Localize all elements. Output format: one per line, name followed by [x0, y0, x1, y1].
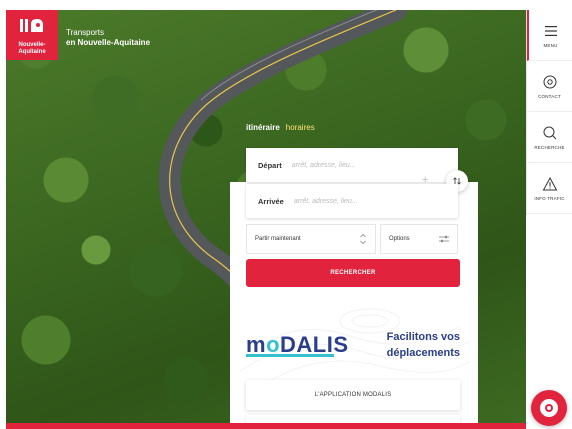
warning-icon [542, 176, 557, 190]
tab-schedules[interactable]: horaires [286, 123, 315, 132]
modalis-logo-underline [246, 354, 334, 357]
departure-time-value: Partir maintenant [255, 236, 301, 242]
traffic-info-button[interactable]: INFO TRAFIC [527, 163, 572, 214]
search-nav-label: RECHERCHE [534, 144, 565, 150]
chevron-updown-icon [360, 233, 366, 245]
menu-label: MENU [543, 42, 558, 48]
site-title[interactable]: Transports en Nouvelle-Aquitaine [66, 28, 150, 48]
departure-input[interactable]: arrêt, adresse, lieu... [292, 162, 356, 169]
site-title-line1: Transports [66, 28, 104, 37]
departure-time-select[interactable]: Partir maintenant [246, 224, 376, 254]
menu-icon [544, 25, 557, 36]
region-logo[interactable]: Nouvelle- Aquitaine [6, 10, 58, 60]
options-select[interactable]: Options [380, 224, 458, 254]
modalis-tagline: Facilitons vos déplacements [386, 331, 460, 359]
departure-label: Départ [258, 160, 282, 170]
arrival-label: Arrivée [258, 196, 284, 206]
contact-button[interactable]: CONTACT [527, 61, 572, 112]
search-button[interactable]: RECHERCHER [246, 259, 460, 287]
bottom-accent-strip [6, 423, 526, 429]
arrival-field[interactable]: Arrivée arrêt, adresse, lieu... [246, 184, 458, 218]
region-emblem-icon [20, 19, 43, 32]
search-nav-button[interactable]: RECHERCHE [527, 112, 572, 163]
at-icon [543, 75, 556, 88]
traffic-info-label: INFO TRAFIC [534, 195, 565, 201]
right-navigation: MENU CONTACT RECHERCHE INFO TRAFIC [526, 10, 572, 215]
tab-itinerary[interactable]: itinéraire [246, 123, 280, 132]
help-button[interactable] [531, 390, 567, 426]
sliders-icon [439, 235, 449, 243]
search-icon [543, 126, 556, 139]
contact-label: CONTACT [538, 93, 561, 99]
site-title-line2: en Nouvelle-Aquitaine [66, 38, 151, 47]
arrival-input[interactable]: arrêt, adresse, lieu... [294, 198, 358, 205]
options-value: Options [389, 236, 410, 242]
menu-button[interactable]: MENU [527, 10, 572, 61]
logo-text: Nouvelle- Aquitaine [18, 42, 46, 55]
modalis-app-button[interactable]: L'APPLICATION MODALIS [246, 380, 460, 410]
journey-tabs: itinéraire horaires [246, 123, 315, 132]
lifebuoy-icon [540, 399, 558, 417]
